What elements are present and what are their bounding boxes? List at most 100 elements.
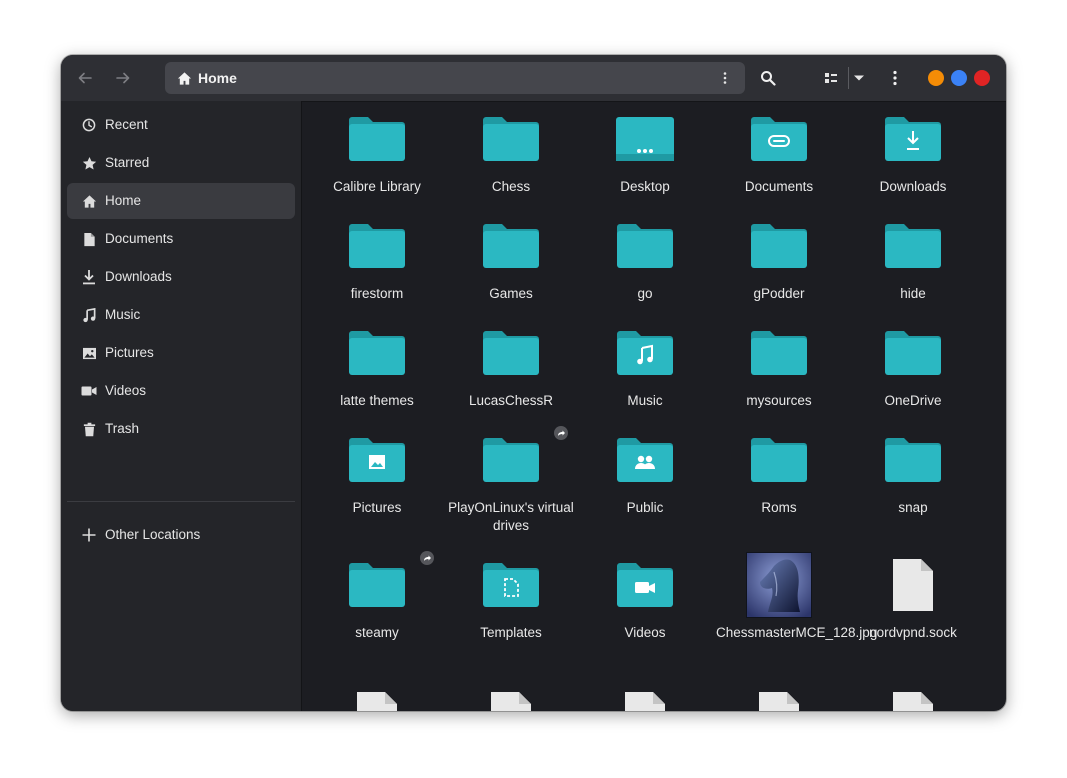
- file-label: Downloads: [879, 179, 947, 194]
- file-label: Chess: [491, 179, 531, 194]
- sidebar-item-trash[interactable]: Trash: [67, 411, 295, 447]
- main-menu-button[interactable]: [883, 66, 907, 90]
- file-label: latte themes: [340, 393, 414, 408]
- folder-icon: [310, 214, 444, 278]
- kebab-menu-icon: [893, 70, 897, 86]
- sidebar-item-label: Downloads: [105, 269, 172, 284]
- downloads-folder-icon: [846, 107, 980, 171]
- folder-icon: [846, 214, 980, 278]
- search-button[interactable]: [756, 66, 780, 90]
- public-folder-icon: [578, 428, 712, 492]
- trash-icon: [81, 421, 97, 437]
- sidebar-item-label: Recent: [105, 117, 148, 132]
- file-label: ChessmasterMCE_128.jpg: [716, 625, 878, 640]
- folder-icon: [444, 107, 578, 171]
- plus-icon: [81, 527, 97, 543]
- music-icon: [81, 307, 97, 323]
- folder-icon: [712, 214, 846, 278]
- sidebar-item-videos[interactable]: Videos: [67, 373, 295, 409]
- file-label: gPodder: [753, 286, 805, 301]
- file-label: hide: [900, 286, 926, 301]
- symlink-emblem-icon: [554, 426, 568, 440]
- file-label: Public: [626, 500, 664, 515]
- file-manager-window: Home Recent Starred Home Documents Downl…: [61, 55, 1006, 711]
- generic-file-icon: [578, 686, 712, 711]
- folder-icon: [846, 321, 980, 385]
- pictures-folder-icon: [310, 428, 444, 492]
- sidebar-item-label: Music: [105, 307, 141, 322]
- sidebar-item-pictures[interactable]: Pictures: [67, 335, 295, 371]
- view-options-dropdown[interactable]: [847, 66, 871, 90]
- folder-icon: [846, 428, 980, 492]
- sidebar-item-label: Videos: [105, 383, 147, 398]
- file-label: steamy: [355, 625, 399, 640]
- file-label: Pictures: [352, 500, 402, 515]
- sidebar-item-label: Trash: [105, 421, 140, 436]
- templates-folder-icon: [444, 553, 578, 617]
- minimize-button[interactable]: [928, 70, 944, 86]
- home-icon: [81, 193, 97, 209]
- header-bar: Home: [61, 55, 1006, 102]
- folder-icon: [310, 321, 444, 385]
- file-label: OneDrive: [884, 393, 942, 408]
- file-label: Calibre Library: [333, 179, 421, 194]
- star-icon: [81, 155, 97, 171]
- sidebar-item-home[interactable]: Home: [67, 183, 295, 219]
- sidebar-item-music[interactable]: Music: [67, 297, 295, 333]
- sidebar-item-label: Home: [105, 193, 142, 208]
- path-label: Home: [198, 70, 237, 86]
- list-view-icon: [825, 73, 837, 83]
- video-icon: [81, 383, 97, 399]
- sidebar-item-label: Starred: [105, 155, 150, 170]
- picture-icon: [81, 345, 97, 361]
- file-label: Templates: [480, 625, 542, 640]
- folder-icon: [444, 321, 578, 385]
- view-toggle-button[interactable]: [819, 66, 843, 90]
- sidebar-item-label: Pictures: [105, 345, 154, 360]
- folder-icon: [578, 214, 712, 278]
- file-label: Desktop: [620, 179, 670, 194]
- sidebar-item-documents[interactable]: Documents: [67, 221, 295, 257]
- folder-icon: [310, 107, 444, 171]
- close-button[interactable]: [974, 70, 990, 86]
- path-menu-button[interactable]: [717, 70, 733, 86]
- file-label: snap: [898, 500, 928, 515]
- maximize-button[interactable]: [951, 70, 967, 86]
- file-label: PlayOnLinux's virtual drives: [448, 500, 574, 533]
- sidebar-item-recent[interactable]: Recent: [67, 107, 295, 143]
- sidebar-item-downloads[interactable]: Downloads: [67, 259, 295, 295]
- music-folder-icon: [578, 321, 712, 385]
- folder-icon: [712, 321, 846, 385]
- generic-file-icon: [310, 686, 444, 711]
- file-label: LucasChessR: [468, 393, 554, 408]
- generic-file-icon: [846, 686, 980, 711]
- file-label: nordvpnd.sock: [869, 625, 957, 640]
- sidebar-item-other-locations[interactable]: Other Locations: [67, 517, 295, 553]
- location-bar[interactable]: Home: [165, 62, 745, 94]
- chevron-down-icon: [854, 75, 864, 81]
- back-arrow-icon: [78, 72, 92, 84]
- search-icon: [761, 71, 776, 86]
- forward-button[interactable]: [111, 66, 135, 90]
- file-grid: Calibre Library Chess Desktop Documents …: [302, 101, 1006, 711]
- generic-file-icon: [444, 686, 578, 711]
- file-label: go: [637, 286, 653, 301]
- image-thumbnail: [712, 552, 846, 618]
- file-label: Roms: [761, 500, 797, 515]
- documents-folder-icon: [712, 107, 846, 171]
- file-label: Music: [627, 393, 663, 408]
- sidebar-item-label: Other Locations: [105, 527, 201, 542]
- forward-arrow-icon: [116, 72, 130, 84]
- back-button[interactable]: [73, 66, 97, 90]
- home-icon: [177, 71, 192, 85]
- sidebar-separator: [67, 501, 295, 502]
- videos-folder-icon: [578, 553, 712, 617]
- file-label: Games: [489, 286, 533, 301]
- path-home-segment[interactable]: Home: [177, 70, 237, 86]
- file-label: Videos: [624, 625, 666, 640]
- sidebar-item-label: Documents: [105, 231, 174, 246]
- symlink-emblem-icon: [420, 551, 434, 565]
- sidebar: Recent Starred Home Documents Downloads: [61, 101, 302, 711]
- sidebar-item-starred[interactable]: Starred: [67, 145, 295, 181]
- folder-icon: [444, 214, 578, 278]
